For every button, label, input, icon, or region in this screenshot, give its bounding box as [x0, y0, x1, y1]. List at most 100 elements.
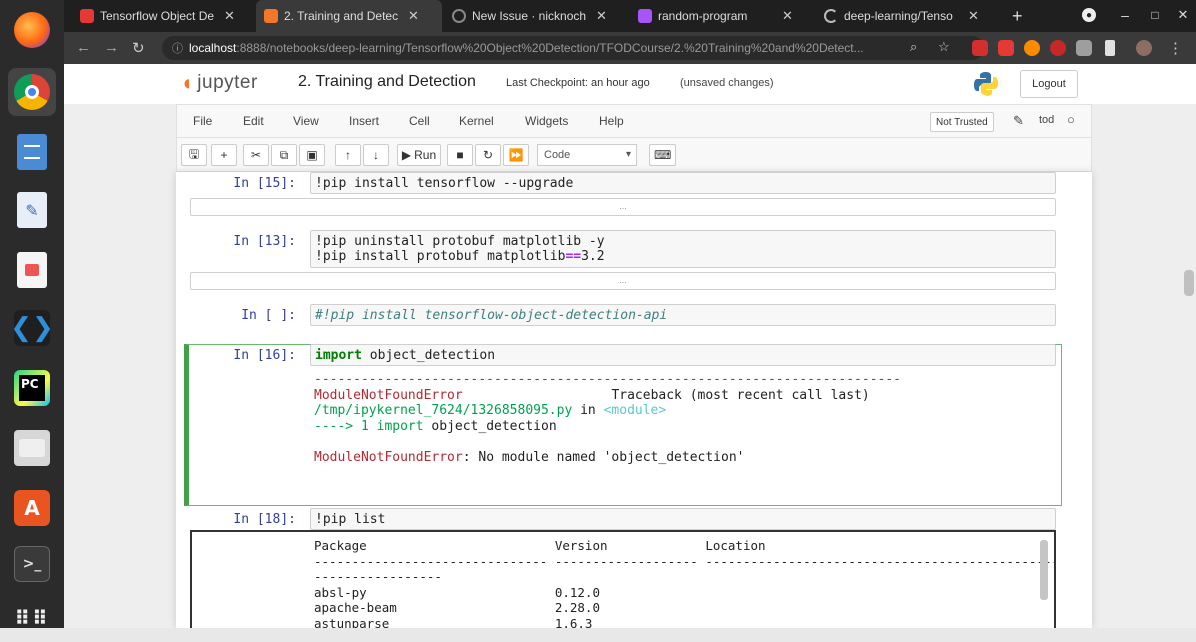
- code-line: !pip install tensorflow --upgrade: [315, 176, 574, 191]
- collapsed-output[interactable]: ...: [190, 272, 1056, 290]
- docs-launcher[interactable]: [8, 128, 56, 176]
- folder-icon: [14, 430, 50, 466]
- menu-file[interactable]: File: [193, 114, 212, 128]
- unsaved-status: (unsaved changes): [680, 77, 774, 89]
- pencil-icon: ✎: [17, 192, 47, 228]
- menu-edit[interactable]: Edit: [243, 114, 264, 128]
- command-palette-button[interactable]: ⌨: [649, 144, 677, 166]
- pycharm-launcher[interactable]: PC: [8, 364, 56, 412]
- impress-launcher[interactable]: [8, 246, 56, 294]
- menu-cell[interactable]: Cell: [409, 114, 430, 128]
- checkpoint-status: Last Checkpoint: an hour ago: [506, 77, 650, 89]
- bookmark-star-icon[interactable]: ☆: [938, 39, 950, 55]
- notebook-title[interactable]: 2. Training and Detection: [298, 73, 476, 91]
- back-icon[interactable]: ←: [76, 39, 91, 56]
- url-input[interactable]: ⓘ localhost :8888/notebooks/deep-learnin…: [162, 36, 984, 60]
- traceback-arrow: ----> 1: [314, 418, 377, 434]
- avatar[interactable]: [1136, 40, 1152, 56]
- edit-pencil-icon[interactable]: ✎: [1013, 113, 1024, 129]
- close-icon[interactable]: ✕: [968, 8, 979, 24]
- zoom-icon[interactable]: ⌕: [910, 39, 917, 55]
- extension-icon[interactable]: [1024, 40, 1040, 56]
- tab-search-icon[interactable]: ●: [1082, 8, 1096, 22]
- pip-list-output[interactable]: Package Version Location ---------------…: [190, 530, 1056, 628]
- code-cell-input[interactable]: !pip uninstall protobuf matplotlib -y !p…: [310, 230, 1056, 268]
- menu-help[interactable]: Help: [599, 114, 624, 128]
- error-name: ModuleNotFoundError: [314, 387, 463, 403]
- notebook-toolbar: 🖫 + ✂ ⧉ ▣ ↑ ↓ ▶ Run ■ ↻ ⏩ Code ▾ ⌨: [176, 138, 1092, 172]
- code-cell-input[interactable]: !pip list: [310, 508, 1056, 530]
- code-cell-input[interactable]: !pip install tensorflow --upgrade: [310, 172, 1056, 194]
- software-launcher[interactable]: A: [8, 484, 56, 532]
- close-icon[interactable]: ✕: [782, 8, 793, 24]
- extension-icon[interactable]: [972, 40, 988, 56]
- copy-button[interactable]: ⧉: [271, 144, 297, 166]
- terminal-icon: >_: [14, 546, 50, 582]
- traceback-in: in: [572, 403, 604, 418]
- code-cell-input[interactable]: #!pip install tensorflow-object-detectio…: [310, 304, 1056, 326]
- tab-1[interactable]: 2. Training and Detec ✕: [256, 0, 442, 32]
- extension-icon[interactable]: [998, 40, 1014, 56]
- tab-2[interactable]: New Issue · nicknoch ✕: [444, 0, 626, 32]
- grid-icon: ⠿⠿: [14, 606, 50, 630]
- vscode-launcher[interactable]: ❮❯: [8, 304, 56, 352]
- jupyter-logo[interactable]: ◖ jupyter: [180, 70, 258, 96]
- reload-icon[interactable]: ↻: [132, 39, 145, 57]
- save-button[interactable]: 🖫: [181, 144, 207, 166]
- menu-view[interactable]: View: [293, 114, 319, 128]
- menu-insert[interactable]: Insert: [349, 114, 379, 128]
- logout-button[interactable]: Logout: [1020, 70, 1078, 98]
- close-icon[interactable]: ✕: [224, 8, 235, 24]
- insert-cell-button[interactable]: +: [211, 144, 237, 166]
- paste-button[interactable]: ▣: [299, 144, 325, 166]
- run-button[interactable]: ▶ Run: [397, 144, 441, 166]
- tab-4[interactable]: deep-learning/Tenso ✕: [816, 0, 1000, 32]
- menu-kernel[interactable]: Kernel: [459, 114, 494, 128]
- chrome-launcher[interactable]: [8, 68, 56, 116]
- cell-prompt: In [16]:: [233, 348, 296, 363]
- cell-type-value: Code: [544, 149, 571, 161]
- page-scrollbar[interactable]: [1184, 270, 1194, 296]
- reading-list-icon[interactable]: [1105, 40, 1115, 56]
- show-apps-button[interactable]: ⠿⠿: [8, 594, 56, 642]
- kernel-name: tod: [1039, 114, 1055, 126]
- close-icon[interactable]: ✕: [408, 8, 419, 24]
- software-store-icon: A: [14, 490, 50, 526]
- forward-icon[interactable]: →: [104, 39, 119, 56]
- restart-run-all-button[interactable]: ⏩: [503, 144, 529, 166]
- tab-title: Tensorflow Object De: [100, 9, 215, 23]
- tab-0[interactable]: Tensorflow Object De ✕: [72, 0, 254, 32]
- new-tab-button[interactable]: +: [1012, 6, 1023, 27]
- document-icon: [17, 134, 47, 170]
- text-editor-launcher[interactable]: ✎: [8, 186, 56, 234]
- info-icon[interactable]: ⓘ: [172, 40, 183, 56]
- puzzle-icon[interactable]: [1076, 40, 1092, 56]
- menu-widgets[interactable]: Widgets: [525, 114, 568, 128]
- trusted-button[interactable]: Not Trusted: [930, 112, 994, 132]
- move-up-button[interactable]: ↑: [335, 144, 361, 166]
- cell-prompt: In [15]:: [233, 176, 296, 191]
- terminal-launcher[interactable]: >_: [8, 540, 56, 588]
- interrupt-button[interactable]: ■: [447, 144, 473, 166]
- output-scrollbar[interactable]: [1040, 540, 1048, 600]
- pip-row: astunparse 1.6.3: [314, 615, 593, 629]
- close-icon[interactable]: ✕: [596, 8, 607, 24]
- move-down-button[interactable]: ↓: [363, 144, 389, 166]
- collapsed-output[interactable]: ...: [190, 198, 1056, 216]
- cell-type-select[interactable]: Code ▾: [537, 144, 637, 166]
- more-menu-icon[interactable]: ⋮: [1168, 39, 1183, 57]
- maximize-icon[interactable]: □: [1148, 8, 1162, 22]
- firefox-launcher[interactable]: [8, 6, 56, 54]
- extension-icon[interactable]: [1050, 40, 1066, 56]
- window-close-icon[interactable]: ✕: [1176, 7, 1190, 22]
- colab-icon: [638, 9, 652, 23]
- traceback-module: <module>: [603, 403, 667, 418]
- minimize-icon[interactable]: –: [1118, 7, 1132, 23]
- python-icon: [974, 72, 998, 96]
- tab-3[interactable]: random-program ✕: [630, 0, 814, 32]
- files-launcher[interactable]: [8, 424, 56, 472]
- youtube-icon: [80, 9, 94, 23]
- cut-button[interactable]: ✂: [243, 144, 269, 166]
- restart-button[interactable]: ↻: [475, 144, 501, 166]
- code-cell-input[interactable]: import object_detection: [310, 344, 1056, 366]
